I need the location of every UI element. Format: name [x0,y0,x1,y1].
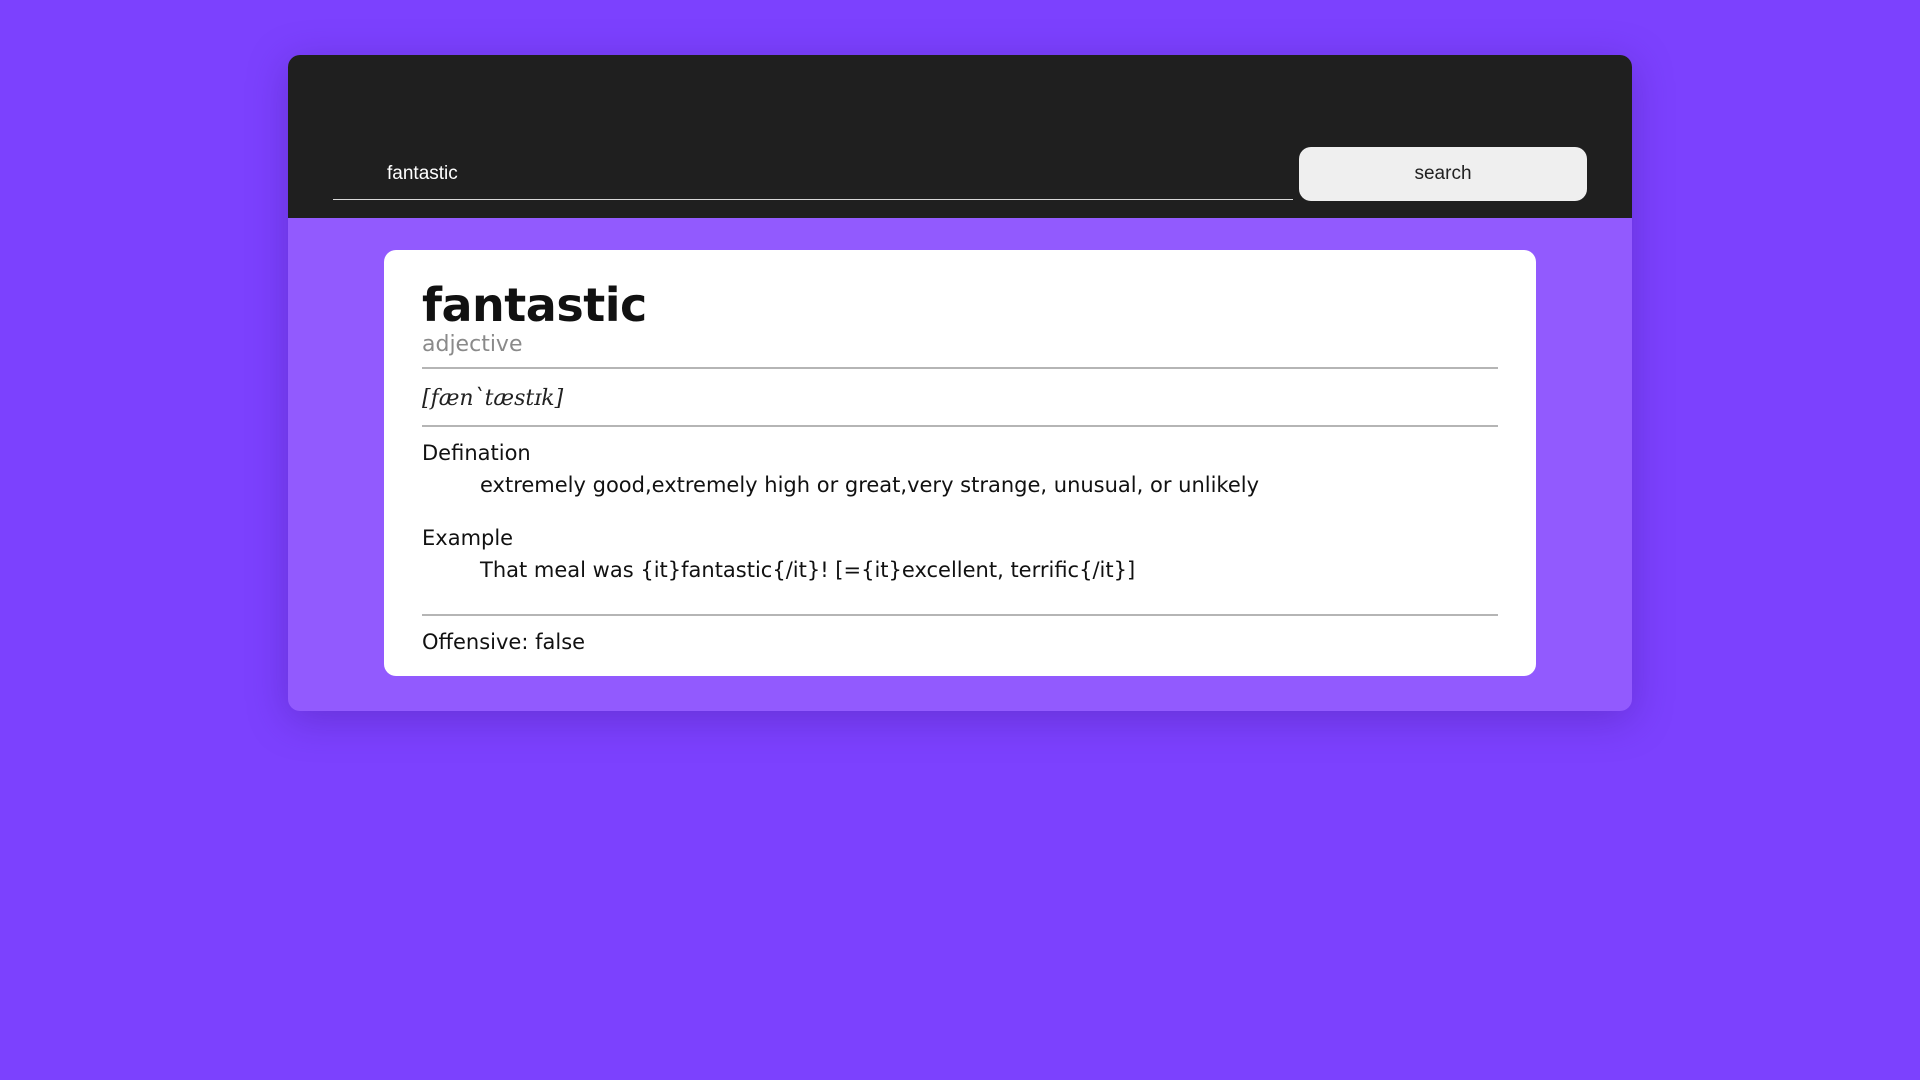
example-label: Example [422,526,514,550]
definition-label: Defination [422,441,531,465]
divider [422,367,1498,369]
definition-text: extremely good,extremely high or great,v… [480,473,1260,497]
example-text: That meal was {it}fantastic{/it}! [={it}… [480,558,1136,582]
search-input[interactable] [333,148,1293,200]
dictionary-app: search fantastic adjective [fæn`tæstɪk] … [288,55,1632,711]
search-button[interactable]: search [1299,147,1587,201]
offensive-flag: Offensive: false [422,630,586,654]
part-of-speech: adjective [422,332,523,357]
search-header: search [288,55,1632,218]
divider [422,425,1498,427]
word-title: fantastic [422,278,647,332]
divider [422,614,1498,616]
phonetic-transcription: [fæn`tæstɪk] [422,386,564,411]
definition-card: fantastic adjective [fæn`tæstɪk] Definat… [384,250,1536,676]
